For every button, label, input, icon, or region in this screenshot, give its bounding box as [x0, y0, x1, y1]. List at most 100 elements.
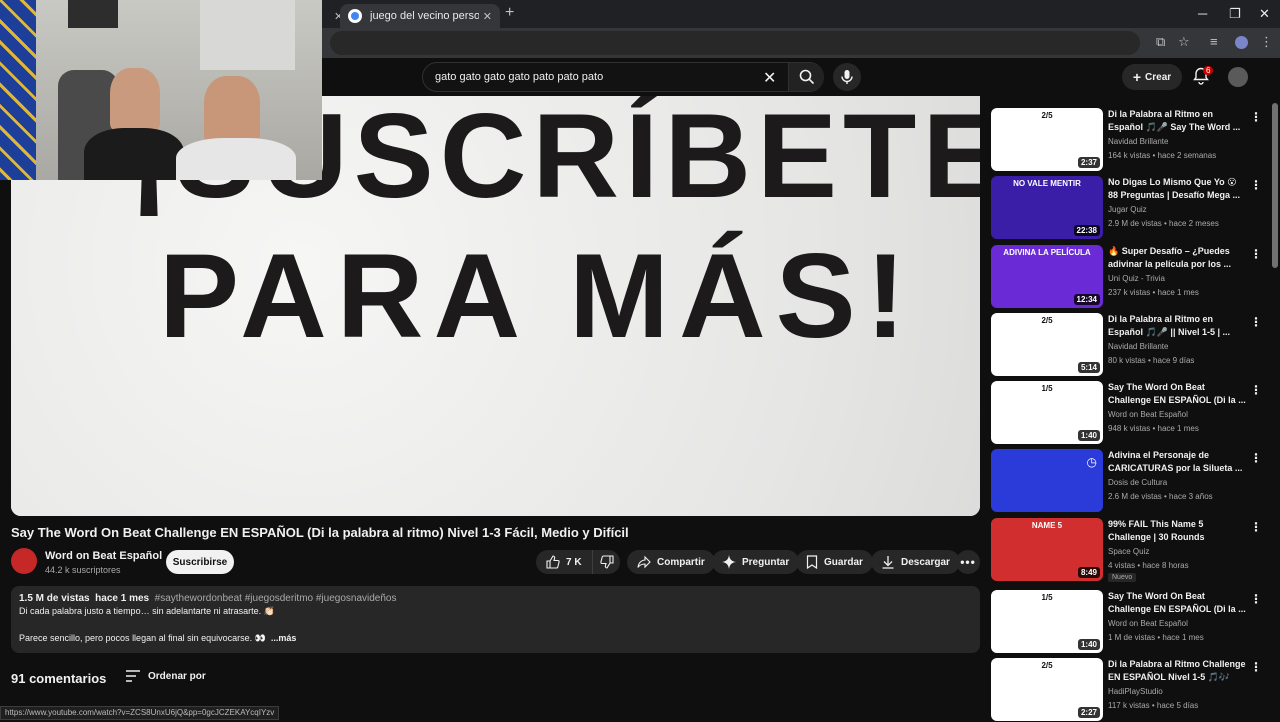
- share-icon: [637, 555, 651, 569]
- recommended-video-item[interactable]: ADIVINA LA PELÍCULA 12:34 🔥 Super Desafío …: [991, 245, 1266, 309]
- recommended-channel-name[interactable]: Navidad Brillante: [1108, 342, 1168, 351]
- comments-count: 91 comentarios: [11, 671, 107, 686]
- new-tab-button[interactable]: +: [505, 4, 514, 22]
- recommended-video-item[interactable]: NO VALE MENTIR 22:38 No Digas Lo Mismo Que…: [991, 176, 1266, 240]
- more-options-icon[interactable]: ⋮: [1250, 451, 1262, 465]
- video-thumbnail[interactable]: NAME 5 8:49: [991, 518, 1103, 581]
- sort-comments-button[interactable]: Ordenar por: [126, 670, 206, 682]
- browser-tab-active[interactable]: juego del vecino personaje pro... ✕: [340, 4, 500, 28]
- restore-icon[interactable]: ❐: [1229, 6, 1241, 22]
- bookmark-star-icon[interactable]: ☆: [1178, 34, 1190, 50]
- recommended-channel-name[interactable]: Dosis de Cultura: [1108, 478, 1167, 487]
- more-horizontal-icon: •••: [960, 555, 976, 569]
- recommended-video-meta: 1 M de vistas • hace 1 mes: [1108, 633, 1204, 642]
- more-options-icon[interactable]: ⋮: [1250, 110, 1262, 124]
- more-options-icon[interactable]: ⋮: [1250, 592, 1262, 606]
- recommended-video-title[interactable]: Di la Palabra al Ritmo en Español 🎵🎤 || …: [1108, 313, 1246, 339]
- video-duration: 12:34: [1073, 294, 1100, 305]
- channel-name[interactable]: Word on Beat Español: [45, 550, 162, 562]
- recommended-video-title[interactable]: Di la Palabra al Ritmo Challenge EN ESPA…: [1108, 658, 1246, 684]
- more-options-icon[interactable]: ⋮: [1250, 520, 1262, 534]
- recommended-video-item[interactable]: 2/5 2:37 Di la Palabra al Ritmo en Español…: [991, 108, 1266, 172]
- show-more-link[interactable]: ...más: [271, 633, 297, 643]
- recommended-video-item[interactable]: 1/5 1:40 Say The Word On Beat Challenge EN…: [991, 590, 1266, 654]
- recommended-video-item[interactable]: 1/5 1:40 Say The Word On Beat Challenge EN…: [991, 381, 1266, 445]
- video-duration: 1:40: [1077, 639, 1100, 650]
- recommended-channel-name[interactable]: Space Quiz: [1108, 547, 1149, 556]
- search-box[interactable]: gato gato gato gato pato pato pato ✕: [422, 62, 824, 92]
- share-label: Compartir: [657, 556, 705, 568]
- minimize-icon[interactable]: ─: [1198, 6, 1207, 21]
- profile-avatar-icon[interactable]: [1235, 36, 1248, 49]
- sidebar-scrollbar[interactable]: [1272, 103, 1278, 268]
- clear-search-icon[interactable]: ✕: [763, 68, 776, 88]
- ask-button[interactable]: Preguntar: [712, 550, 800, 574]
- video-thumbnail[interactable]: ◷: [991, 449, 1103, 512]
- more-options-icon[interactable]: ⋮: [1250, 315, 1262, 329]
- recommended-video-title[interactable]: 99% FAIL This Name 5 Challenge | 30 Roun…: [1108, 518, 1246, 544]
- recommended-video-title[interactable]: Di la Palabra al Ritmo en Español 🎵🎤 Say…: [1108, 108, 1246, 134]
- video-thumbnail[interactable]: 2/5 2:37: [991, 108, 1103, 171]
- like-count: 7 K: [566, 556, 582, 568]
- recommended-channel-name[interactable]: Jugar Quiz: [1108, 205, 1147, 214]
- recommended-video-item[interactable]: NAME 5 8:49 99% FAIL This Name 5 Challenge…: [991, 518, 1266, 582]
- recommended-channel-name[interactable]: Uni Quiz - Trivia: [1108, 274, 1165, 283]
- share-button[interactable]: Compartir: [627, 550, 715, 574]
- search-button[interactable]: [788, 63, 824, 91]
- more-actions-button[interactable]: •••: [956, 550, 980, 574]
- hashtags[interactable]: #saythewordonbeat #juegosderitmo #juegos…: [155, 593, 397, 604]
- video-duration: 8:49: [1077, 567, 1100, 578]
- thumbnail-caption: NO VALE MENTIR: [1013, 179, 1081, 188]
- dislike-button[interactable]: [592, 550, 620, 574]
- download-icon: [882, 556, 894, 569]
- video-thumbnail[interactable]: 1/5 1:40: [991, 590, 1103, 653]
- channel-avatar[interactable]: [11, 548, 37, 574]
- tab-close-previous[interactable]: ✕: [322, 4, 343, 28]
- more-options-icon[interactable]: ⋮: [1250, 247, 1262, 261]
- media-control-icon[interactable]: ≡: [1210, 34, 1218, 49]
- recommended-channel-name[interactable]: Word on Beat Español: [1108, 619, 1188, 628]
- recommended-video-item[interactable]: 2/5 2:27 Di la Palabra al Ritmo Challenge …: [991, 658, 1266, 722]
- close-window-icon[interactable]: ✕: [1259, 6, 1270, 22]
- recommended-video-meta: 2.6 M de vistas • hace 3 años: [1108, 492, 1213, 501]
- webcam-person-right-body: [176, 138, 296, 180]
- video-thumbnail[interactable]: 2/5 2:27: [991, 658, 1103, 721]
- video-thumbnail[interactable]: 2/5 5:14: [991, 313, 1103, 376]
- address-bar[interactable]: [330, 31, 1140, 55]
- video-thumbnail[interactable]: 1/5 1:40: [991, 381, 1103, 444]
- recommended-video-meta: 80 k vistas • hace 9 días: [1108, 356, 1195, 365]
- recommended-video-item[interactable]: ◷ Adivina el Personaje de CARICATURAS por…: [991, 449, 1266, 513]
- account-avatar[interactable]: [1228, 67, 1248, 87]
- thumbnail-caption: 1/5: [1041, 384, 1053, 393]
- subscribe-button[interactable]: Suscribirse: [166, 550, 234, 574]
- tab-close-icon[interactable]: ✕: [483, 10, 492, 23]
- recommended-video-title[interactable]: No Digas Lo Mismo Que Yo 😮 88 Preguntas …: [1108, 176, 1246, 202]
- video-thumbnail[interactable]: NO VALE MENTIR 22:38: [991, 176, 1103, 239]
- more-options-icon[interactable]: ⋮: [1250, 178, 1262, 192]
- recommended-channel-name[interactable]: HadiPlayStudio: [1108, 687, 1163, 696]
- recommended-channel-name[interactable]: Word on Beat Español: [1108, 410, 1188, 419]
- search-input[interactable]: gato gato gato gato pato pato pato: [435, 71, 603, 83]
- more-options-icon[interactable]: ⋮: [1250, 383, 1262, 397]
- more-options-icon[interactable]: ⋮: [1250, 660, 1262, 674]
- upload-date: hace 1 mes: [95, 593, 150, 604]
- browser-menu-icon[interactable]: ⋮: [1260, 34, 1273, 50]
- recommended-channel-name[interactable]: Navidad Brillante: [1108, 137, 1168, 146]
- save-button[interactable]: Guardar: [796, 550, 873, 574]
- description-box[interactable]: 1.5 M de vistas hace 1 mes #saythewordon…: [11, 586, 980, 653]
- cast-icon[interactable]: ⧉: [1156, 34, 1165, 50]
- watch-later-clock-icon[interactable]: ◷: [1087, 455, 1097, 469]
- download-button[interactable]: Descargar: [871, 550, 960, 574]
- recommended-video-title[interactable]: Adivina el Personaje de CARICATURAS por …: [1108, 449, 1246, 475]
- create-label: Crear: [1145, 71, 1172, 83]
- recommended-video-item[interactable]: 2/5 5:14 Di la Palabra al Ritmo en Español…: [991, 313, 1266, 377]
- recommended-video-title[interactable]: Say The Word On Beat Challenge EN ESPAÑO…: [1108, 590, 1246, 616]
- voice-search-button[interactable]: [833, 63, 861, 91]
- recommended-video-title[interactable]: 🔥 Super Desafío – ¿Puedes adivinar la pe…: [1108, 245, 1246, 271]
- recommended-video-title[interactable]: Say The Word On Beat Challenge EN ESPAÑO…: [1108, 381, 1246, 407]
- bookmark-icon: [806, 555, 818, 569]
- video-thumbnail[interactable]: ADIVINA LA PELÍCULA 12:34: [991, 245, 1103, 308]
- create-button[interactable]: + Crear: [1122, 64, 1182, 90]
- thumbnail-caption: 2/5: [1041, 316, 1053, 325]
- like-button[interactable]: 7 K: [536, 550, 592, 574]
